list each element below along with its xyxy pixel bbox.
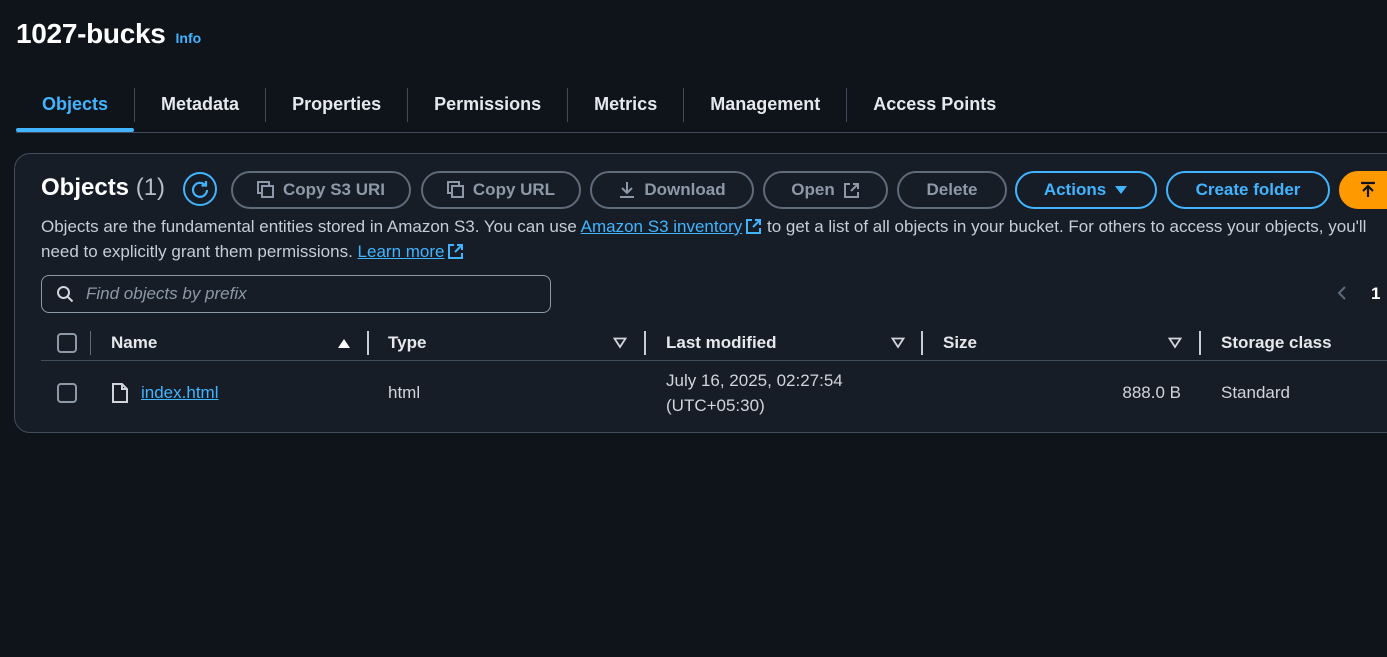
s3-inventory-link[interactable]: Amazon S3 inventory xyxy=(581,217,743,236)
object-last-modified-timezone: (UTC+05:30) xyxy=(666,396,765,415)
description-text: to get a list of all objects in your buc… xyxy=(766,217,1367,236)
table-row: index.html html July 16, 2025, 02:27:54 … xyxy=(41,361,1387,427)
column-header-size[interactable]: Size xyxy=(943,326,977,360)
sort-icon[interactable] xyxy=(613,336,627,350)
object-last-modified: July 16, 2025, 02:27:54 xyxy=(666,371,843,390)
copy-url-label: Copy URL xyxy=(472,180,556,199)
upload-icon xyxy=(1361,181,1375,197)
column-resizer[interactable] xyxy=(921,331,923,355)
objects-heading-label: Objects xyxy=(41,174,130,201)
external-link-icon xyxy=(448,244,464,259)
file-icon xyxy=(112,383,128,403)
column-resizer[interactable] xyxy=(367,331,369,355)
actions-label: Actions xyxy=(1043,180,1107,199)
object-name-link[interactable]: index.html xyxy=(141,383,218,403)
column-resizer[interactable] xyxy=(644,331,646,355)
column-header-name[interactable]: Name xyxy=(111,326,157,360)
page-title: 1027-bucks xyxy=(16,18,166,49)
page-number-1[interactable]: 1 xyxy=(1371,284,1380,304)
copy-url-button[interactable]: Copy URL xyxy=(421,171,581,209)
copy-icon xyxy=(256,181,274,198)
delete-button[interactable]: Delete xyxy=(897,171,1007,209)
objects-count: (1) xyxy=(135,174,166,201)
download-button[interactable]: Download xyxy=(590,171,754,209)
object-type: html xyxy=(388,383,421,402)
tab-metrics[interactable]: Metrics xyxy=(568,82,683,126)
chevron-left-icon[interactable] xyxy=(1333,284,1351,302)
objects-description: Objects are the fundamental entities sto… xyxy=(41,214,1387,264)
search-box xyxy=(41,275,551,313)
sort-icon[interactable] xyxy=(891,336,905,350)
column-resizer[interactable] xyxy=(1199,331,1201,355)
create-folder-button[interactable]: Create folder xyxy=(1166,171,1330,209)
page-header: 1027-bucks Info xyxy=(16,18,201,50)
caret-down-icon xyxy=(1115,186,1128,194)
column-header-last-modified[interactable]: Last modified xyxy=(666,326,777,360)
tab-access-points[interactable]: Access Points xyxy=(847,82,1022,126)
description-text: Objects are the fundamental entities sto… xyxy=(41,217,577,236)
refresh-icon xyxy=(191,181,209,198)
object-size: 888.0 B xyxy=(1122,383,1181,402)
copy-s3-uri-label: Copy S3 URI xyxy=(282,180,386,199)
external-link-icon xyxy=(746,219,762,234)
download-icon xyxy=(620,182,635,198)
search-input[interactable] xyxy=(84,283,528,305)
create-folder-label: Create folder xyxy=(1195,180,1301,199)
tab-permissions[interactable]: Permissions xyxy=(408,82,567,126)
open-label: Open xyxy=(791,180,835,199)
column-header-type[interactable]: Type xyxy=(388,326,426,360)
external-link-icon xyxy=(843,182,859,198)
column-divider xyxy=(90,331,91,355)
sort-icon[interactable] xyxy=(1168,336,1182,350)
table-header: Name Type Last modified Size Storage cla… xyxy=(41,326,1387,361)
objects-panel: Objects (1) Copy S3 URI Copy URL Downloa… xyxy=(14,153,1387,433)
copy-s3-uri-button[interactable]: Copy S3 URI xyxy=(231,171,411,209)
download-label: Download xyxy=(644,180,726,199)
sort-ascending-icon[interactable] xyxy=(337,336,351,350)
objects-heading: Objects (1) xyxy=(41,174,165,202)
actions-dropdown[interactable]: Actions xyxy=(1015,171,1157,209)
copy-icon xyxy=(446,181,464,198)
object-storage-class: Standard xyxy=(1221,383,1290,402)
tab-objects[interactable]: Objects xyxy=(16,82,135,132)
tab-metadata[interactable]: Metadata xyxy=(135,82,265,126)
upload-button[interactable] xyxy=(1339,171,1387,209)
bucket-tabs: Objects Metadata Properties Permissions … xyxy=(16,82,1387,133)
tab-properties[interactable]: Properties xyxy=(266,82,407,126)
info-link[interactable]: Info xyxy=(176,30,202,46)
row-checkbox[interactable] xyxy=(57,383,77,403)
refresh-button[interactable] xyxy=(183,172,217,206)
column-header-storage-class[interactable]: Storage class xyxy=(1221,326,1332,360)
tab-management[interactable]: Management xyxy=(684,82,846,126)
search-icon xyxy=(57,286,74,303)
description-text: need to explicitly grant them permission… xyxy=(41,242,353,261)
select-all-checkbox[interactable] xyxy=(57,333,77,353)
open-button[interactable]: Open xyxy=(763,171,888,209)
delete-label: Delete xyxy=(926,180,978,199)
learn-more-link[interactable]: Learn more xyxy=(358,242,445,261)
